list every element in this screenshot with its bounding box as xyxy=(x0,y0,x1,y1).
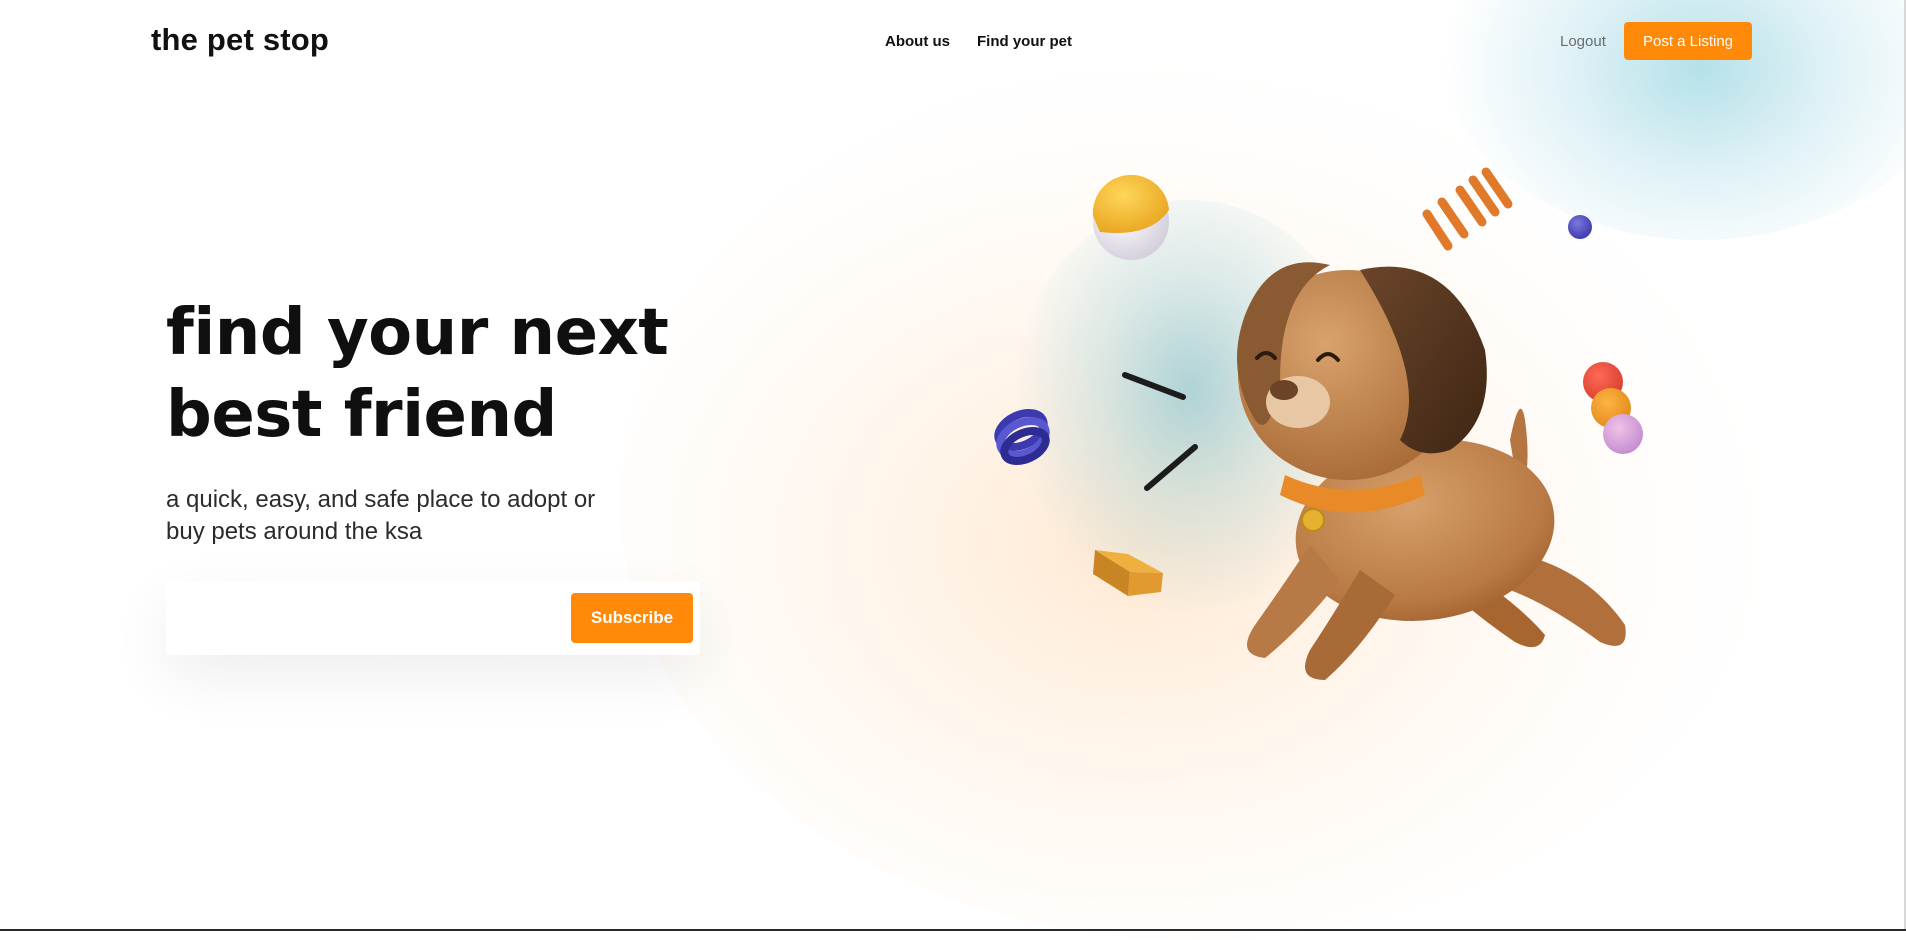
email-input[interactable] xyxy=(180,593,584,645)
dog-illustration xyxy=(994,167,1643,680)
dot-icon xyxy=(1568,215,1592,239)
nav-find-your-pet[interactable]: Find your pet xyxy=(977,33,1072,50)
hero-headline: find your next best friend xyxy=(166,296,669,452)
logout-link[interactable]: Logout xyxy=(1560,33,1606,50)
site-logo[interactable]: the pet stop xyxy=(151,22,329,58)
post-listing-button[interactable]: Post a Listing xyxy=(1624,22,1752,60)
dog-icon xyxy=(1237,262,1626,680)
subscribe-form: Subscribe xyxy=(166,581,700,655)
site-header: the pet stop About us Find your pet Logo… xyxy=(0,0,1906,84)
ball-icon xyxy=(1092,174,1169,260)
nav-about-us[interactable]: About us xyxy=(885,33,950,50)
hero-subtitle: a quick, easy, and safe place to adopt o… xyxy=(166,486,596,545)
block-icon xyxy=(1093,550,1163,596)
spring-icon xyxy=(1422,167,1513,251)
bead-stack-icon xyxy=(1583,362,1643,454)
motion-lines-icon xyxy=(1122,372,1198,491)
subscribe-button[interactable]: Subscribe xyxy=(571,593,693,643)
coil-icon xyxy=(994,409,1050,466)
